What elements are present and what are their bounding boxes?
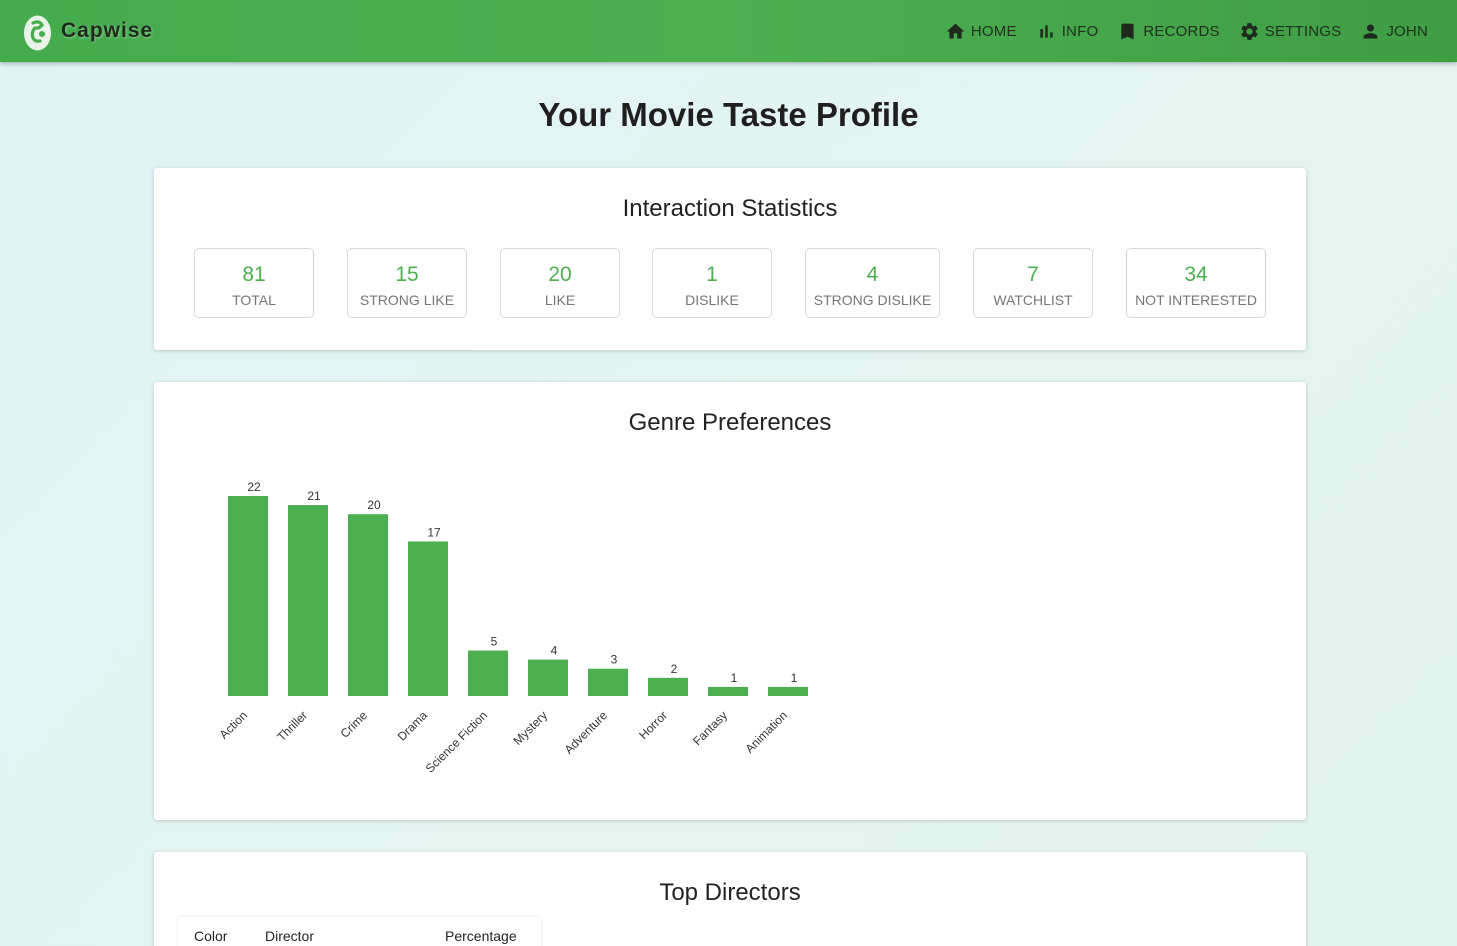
stat-label: TOTAL bbox=[232, 292, 276, 308]
stat-value: 4 bbox=[866, 263, 879, 286]
bar-mystery[interactable] bbox=[528, 659, 568, 696]
home-icon bbox=[946, 23, 965, 38]
nav-settings[interactable]: SETTINGS bbox=[1239, 21, 1342, 42]
nav-info-label: INFO bbox=[1061, 22, 1099, 40]
brand[interactable]: Capwise bbox=[23, 11, 153, 51]
stat-total: 81 TOTAL bbox=[194, 248, 314, 318]
stat-label: STRONG LIKE bbox=[359, 292, 455, 308]
category-label-fantasy: Fantasy bbox=[690, 708, 730, 748]
bar-fantasy[interactable] bbox=[708, 686, 748, 696]
nav-records-label: RECORDS bbox=[1143, 22, 1220, 40]
stat-strong-like: 15 STRONG LIKE bbox=[347, 248, 467, 318]
stat-like: 20 LIKE bbox=[500, 248, 620, 318]
stat-strong-dislike: 4 STRONG DISLIKE bbox=[805, 248, 940, 318]
category-label-crime: Crime bbox=[338, 708, 371, 741]
category-label-animation: Animation bbox=[742, 708, 790, 756]
nav-user[interactable]: JOHN bbox=[1360, 21, 1428, 42]
directors-title: Top Directors bbox=[659, 879, 801, 906]
nav-info[interactable]: INFO bbox=[1036, 21, 1099, 42]
value-label-animation: 1 bbox=[791, 671, 798, 685]
value-label-action: 22 bbox=[247, 480, 261, 494]
bar-action[interactable] bbox=[228, 496, 268, 696]
directors-table: Color Director Percentage bbox=[178, 917, 541, 946]
value-label-crime: 20 bbox=[367, 498, 381, 512]
value-label-horror: 2 bbox=[671, 662, 678, 676]
genre-bar-chart: 22Action21Thriller20Crime17Drama5Science… bbox=[217, 480, 808, 776]
bar-thriller[interactable] bbox=[288, 505, 328, 696]
category-label-mystery: Mystery bbox=[511, 708, 551, 748]
top-directors-card: Top Directors Color Director Percentage bbox=[154, 852, 1306, 946]
nav-records[interactable]: RECORDS bbox=[1117, 21, 1220, 42]
page-title: Your Movie Taste Profile bbox=[538, 96, 919, 133]
category-label-adventure: Adventure bbox=[562, 708, 611, 757]
stats-title: Interaction Statistics bbox=[622, 195, 838, 222]
stat-value: 34 bbox=[1184, 263, 1208, 286]
interaction-stats-card: Interaction Statistics 81 TOTAL 15 STRON… bbox=[154, 168, 1306, 350]
nav-home-label: HOME bbox=[970, 22, 1017, 40]
stat-label: NOT INTERESTED bbox=[1135, 292, 1257, 308]
nav-settings-label: SETTINGS bbox=[1264, 22, 1342, 40]
column-header-percentage[interactable]: Percentage bbox=[445, 928, 517, 944]
value-label-science-fiction: 5 bbox=[491, 635, 498, 649]
category-label-science-fiction: Science Fiction bbox=[423, 708, 490, 775]
bar-adventure[interactable] bbox=[588, 668, 628, 696]
bar-drama[interactable] bbox=[408, 541, 448, 696]
category-label-drama: Drama bbox=[395, 708, 431, 744]
brand-name: Capwise bbox=[61, 19, 154, 42]
stat-dislike: 1 DISLIKE bbox=[652, 248, 772, 318]
bar-chart-icon bbox=[1040, 24, 1053, 38]
stat-label: WATCHLIST bbox=[993, 292, 1073, 308]
stat-watchlist: 7 WATCHLIST bbox=[973, 248, 1093, 318]
stat-label: DISLIKE bbox=[685, 292, 739, 308]
column-header-director: Director bbox=[265, 928, 315, 944]
stat-value: 81 bbox=[242, 263, 266, 286]
top-app-bar: Capwise HOME INFO RECORDS SETTINGS JOHN bbox=[0, 0, 1457, 62]
bookmark-icon bbox=[1121, 23, 1134, 39]
column-header-color: Color bbox=[194, 928, 228, 944]
nav-home[interactable]: HOME bbox=[945, 21, 1017, 42]
capwise-logo-icon bbox=[24, 15, 51, 51]
value-label-drama: 17 bbox=[427, 525, 441, 539]
bar-animation[interactable] bbox=[768, 686, 808, 696]
bar-crime[interactable] bbox=[348, 514, 388, 696]
person-icon bbox=[1363, 24, 1378, 38]
genre-preferences-card: Genre Preferences 22 Action 21 Thriller 20 Cr… bbox=[154, 382, 1306, 820]
category-label-action: Action bbox=[217, 708, 250, 741]
value-label-adventure: 3 bbox=[611, 653, 618, 667]
stat-label: STRONG DISLIKE bbox=[813, 292, 932, 308]
bar-science-fiction[interactable] bbox=[468, 650, 508, 696]
value-label-thriller: 21 bbox=[307, 489, 321, 503]
stat-not-interested: 34 NOT INTERESTED bbox=[1126, 248, 1266, 318]
gear-icon bbox=[1241, 22, 1258, 40]
category-label-horror: Horror bbox=[636, 708, 670, 742]
main-nav: HOME INFO RECORDS SETTINGS JOHN bbox=[926, 0, 1428, 62]
stat-value: 1 bbox=[706, 263, 718, 286]
stat-value: 7 bbox=[1027, 263, 1039, 286]
stat-value: 15 bbox=[395, 263, 419, 286]
nav-user-label: JOHN bbox=[1386, 22, 1428, 40]
stat-value: 20 bbox=[548, 263, 572, 286]
category-label-thriller: Thriller bbox=[274, 708, 310, 744]
bar-horror[interactable] bbox=[648, 677, 688, 696]
value-label-fantasy: 1 bbox=[731, 671, 738, 685]
stat-label: LIKE bbox=[544, 292, 576, 308]
value-label-mystery: 4 bbox=[551, 644, 558, 658]
